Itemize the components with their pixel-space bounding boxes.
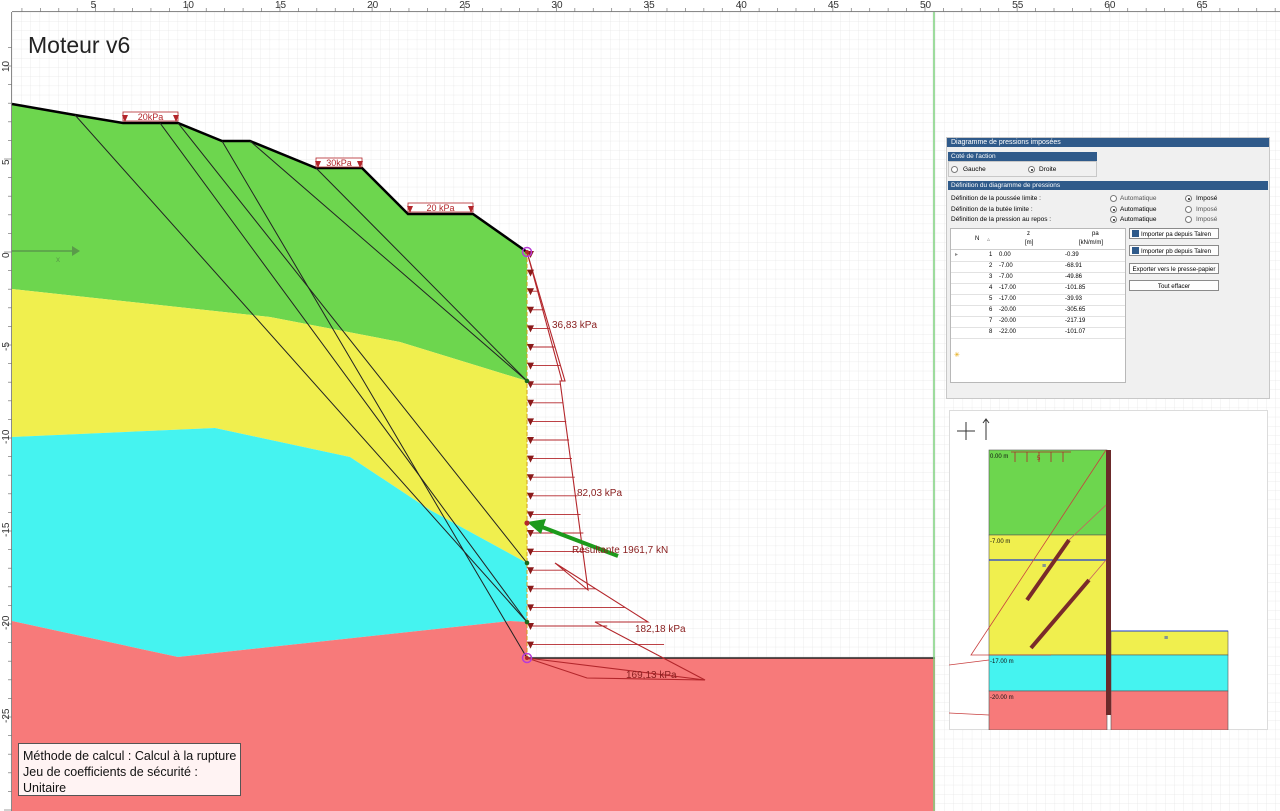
main-canvas[interactable]: x 20kPa 30kPa 20 kPa 36,83 kPa 82,03 kPa R… [0, 0, 935, 811]
col-z-unit: [m] [1025, 240, 1034, 246]
pressure-label-2: 82,03 kPa [577, 488, 622, 499]
thrust-definition-label: Définition de la poussée limite : [951, 195, 1041, 202]
row-n: 6 [989, 307, 993, 313]
row-pa[interactable]: -101.85 [1065, 283, 1085, 294]
x-tick-label: 60 [1104, 0, 1116, 11]
mini-level-3: -20.00 m [990, 695, 1014, 701]
row-selector-icon[interactable]: ▸ [955, 250, 958, 261]
svg-text:x: x [56, 255, 60, 264]
import-pa-button[interactable]: Importer pa depuis Talren [1129, 228, 1219, 239]
axes-icon [957, 418, 990, 440]
clear-all-button[interactable]: Tout effacer [1129, 280, 1219, 291]
thrust-auto-radio[interactable] [1110, 195, 1117, 202]
row-n: 4 [989, 285, 993, 291]
row-n: 5 [989, 296, 993, 302]
talren-icon [1132, 247, 1139, 254]
pressure-label-1: 36,83 kPa [552, 320, 597, 331]
project-title: Moteur v6 [28, 32, 131, 58]
pressure-label-3: 182,18 kPa [635, 624, 686, 635]
row-pa[interactable]: -68.91 [1065, 261, 1082, 272]
side-right-label: Droite [1039, 166, 1057, 173]
row-z[interactable]: 0.00 [999, 250, 1011, 261]
abutment-imposed-radio[interactable] [1185, 206, 1192, 213]
x-tick-label: 55 [1012, 0, 1024, 11]
row-z[interactable]: -22.00 [999, 327, 1016, 338]
safety-set-text: Jeu de coefficients de sécurité : Unitai… [23, 765, 198, 795]
row-z[interactable]: -7.00 [999, 261, 1013, 272]
svg-text:≡: ≡ [1042, 563, 1046, 570]
section-preview-drawing: ≡ ≡ 5 0.00 m -7.00 m -17.00 m -20.00 m [949, 418, 1229, 730]
new-row-icon[interactable]: ✳ [954, 351, 960, 359]
row-pa[interactable]: -101.07 [1065, 327, 1085, 338]
row-z[interactable]: -17.00 [999, 294, 1016, 305]
row-n: 8 [989, 329, 993, 335]
col-pa-header[interactable]: pa [1092, 231, 1099, 237]
svg-text:≡: ≡ [1164, 635, 1168, 642]
rest-pressure-definition-label: Définition de la pression au repos : [951, 216, 1052, 223]
side-left-radio[interactable] [951, 166, 958, 173]
row-z[interactable]: -20.00 [999, 305, 1016, 316]
rest-auto-label: Automatique [1120, 216, 1157, 223]
col-pa-unit: [kN/m/m] [1079, 240, 1103, 246]
abutment-definition-label: Définition de la butée limite : [951, 206, 1033, 213]
calculation-info-box: Méthode de calcul : Calcul à la rupture … [18, 743, 241, 796]
side-section-header: Coté de l'action [948, 152, 1097, 161]
side-right-radio[interactable] [1028, 166, 1035, 173]
surface-load-label: 20 kPa [426, 203, 454, 213]
surface-load-label: 30kPa [326, 158, 352, 168]
thrust-imposed-label: Imposé [1196, 195, 1218, 202]
pressure-table[interactable]: N ▵ z [m] pa [kN/m/m] ▸ 1 0.00 -0.39 2 -7.00-… [950, 228, 1126, 383]
row-z[interactable]: -17.00 [999, 283, 1016, 294]
export-clipboard-button[interactable]: Exporter vers le presse-papier [1129, 263, 1219, 274]
rest-auto-radio[interactable] [1110, 216, 1117, 223]
calc-method-text: Méthode de calcul : Calcul à la rupture [23, 749, 237, 763]
row-n: 3 [989, 274, 993, 280]
row-n: 1 [989, 252, 993, 258]
mini-level-2: -17.00 m [990, 659, 1014, 665]
sort-icon[interactable]: ▵ [987, 236, 990, 243]
thrust-auto-label: Automatique [1120, 195, 1157, 202]
side-left-label: Gauche [963, 166, 986, 173]
abutment-auto-radio[interactable] [1110, 206, 1117, 213]
pressure-label-4: 169,13 kPa [626, 670, 677, 681]
row-n: 7 [989, 318, 993, 324]
resultant-label: Resultante 1961,7 kN [572, 545, 668, 556]
thrust-imposed-radio[interactable] [1185, 195, 1192, 202]
mini-level-0: 0.00 m [990, 454, 1008, 460]
abutment-imposed-label: Imposé [1196, 206, 1218, 213]
surface-load-label: 20kPa [138, 112, 164, 122]
row-pa[interactable]: -0.39 [1065, 250, 1079, 261]
row-pa[interactable]: -49.86 [1065, 272, 1082, 283]
abutment-auto-label: Automatique [1120, 206, 1157, 213]
table-header: N ▵ z [m] pa [kN/m/m] [951, 229, 1125, 250]
table-row[interactable]: 8 -22.00 -101.07 [951, 327, 1125, 339]
row-pa[interactable]: -39.93 [1065, 294, 1082, 305]
row-pa[interactable]: -305.65 [1065, 305, 1085, 316]
col-z-header[interactable]: z [1027, 231, 1030, 237]
rest-imposed-radio[interactable] [1185, 216, 1192, 223]
talren-icon [1132, 230, 1139, 237]
definition-section-header: Définition du diagramme de pressions [948, 181, 1268, 190]
row-z[interactable]: -20.00 [999, 316, 1016, 327]
mini-level-1: -7.00 m [990, 539, 1010, 545]
row-pa[interactable]: -217.19 [1065, 316, 1085, 327]
row-n: 2 [989, 263, 993, 269]
x-tick-label: 65 [1196, 0, 1208, 11]
col-n-header[interactable]: N [975, 236, 979, 242]
row-z[interactable]: -7.00 [999, 272, 1013, 283]
import-pb-button[interactable]: Importer pb depuis Talren [1129, 245, 1219, 256]
rest-imposed-label: Imposé [1196, 216, 1218, 223]
panel-title: Diagramme de pressions imposées [947, 138, 1269, 147]
